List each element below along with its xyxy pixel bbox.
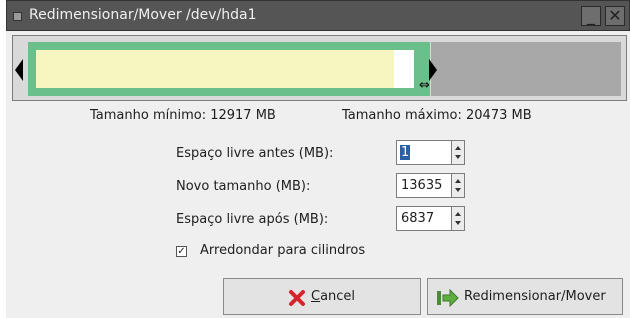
new-size-value[interactable]: 13635 bbox=[401, 178, 442, 193]
free-after-value[interactable]: 6837 bbox=[401, 211, 434, 226]
free-space-in-partition bbox=[394, 50, 414, 88]
cancel-icon bbox=[289, 290, 305, 306]
title-bar[interactable]: Redimensionar/Mover /dev/hda1 _ ✕ bbox=[6, 0, 630, 31]
round-cylinders-label[interactable]: Arredondar para cilindros bbox=[200, 243, 365, 258]
min-size-label: Tamanho mínimo: 12917 MB bbox=[90, 108, 276, 123]
spin-arrows[interactable] bbox=[451, 207, 464, 230]
resize-move-button[interactable]: Redimensionar/Mover bbox=[427, 278, 623, 315]
spin-up-icon[interactable] bbox=[455, 212, 461, 216]
free-after-label: Espaço livre após (MB): bbox=[176, 212, 329, 227]
resize-arrow-icon bbox=[437, 289, 459, 307]
spin-arrows[interactable] bbox=[451, 174, 464, 197]
free-before-value[interactable]: 1 bbox=[400, 145, 411, 160]
resize-cursor-icon: ⇔ bbox=[419, 78, 430, 93]
spin-arrows[interactable] bbox=[451, 141, 464, 164]
unallocated-space bbox=[431, 42, 621, 96]
cancel-label-rest: ancel bbox=[320, 289, 356, 304]
partition-graph: ⇔ bbox=[12, 35, 627, 101]
spin-down-icon[interactable] bbox=[455, 188, 461, 192]
free-after-spinbutton[interactable]: 6837 bbox=[396, 206, 465, 231]
left-resize-handle-icon[interactable] bbox=[15, 59, 23, 81]
round-cylinders-checkbox[interactable]: ✓ bbox=[176, 246, 187, 257]
resize-move-dialog: Redimensionar/Mover /dev/hda1 _ ✕ ⇔ Tama… bbox=[6, 0, 630, 318]
partition-block[interactable] bbox=[28, 42, 430, 96]
free-before-label: Espaço livre antes (MB): bbox=[176, 146, 334, 161]
spin-down-icon[interactable] bbox=[455, 221, 461, 225]
window-menu-icon[interactable] bbox=[13, 12, 22, 21]
window-title: Redimensionar/Mover /dev/hda1 bbox=[29, 7, 257, 23]
max-size-label: Tamanho máximo: 20473 MB bbox=[342, 108, 532, 123]
close-icon[interactable]: ✕ bbox=[605, 6, 625, 26]
cancel-mnemonic: C bbox=[311, 289, 321, 304]
right-resize-handle-icon[interactable] bbox=[429, 59, 437, 81]
new-size-label: Novo tamanho (MB): bbox=[176, 179, 311, 194]
cancel-button[interactable]: Cancel bbox=[223, 278, 421, 315]
spin-down-icon[interactable] bbox=[455, 155, 461, 159]
free-before-spinbutton[interactable]: 1 bbox=[396, 140, 465, 165]
used-space bbox=[36, 50, 394, 88]
spin-up-icon[interactable] bbox=[455, 146, 461, 150]
spin-up-icon[interactable] bbox=[455, 179, 461, 183]
new-size-spinbutton[interactable]: 13635 bbox=[396, 173, 465, 198]
cancel-label: Cancel bbox=[311, 289, 355, 304]
resize-move-label: Redimensionar/Mover bbox=[464, 289, 606, 304]
minimize-icon[interactable]: _ bbox=[581, 6, 601, 26]
